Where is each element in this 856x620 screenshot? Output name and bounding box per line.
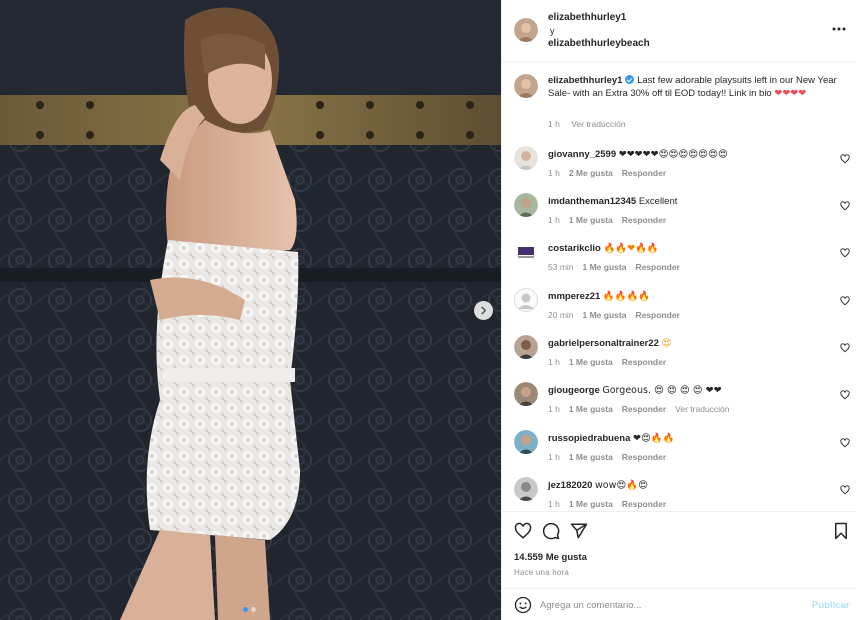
carousel-dot-active [243,607,248,612]
caption-time: 1 h [548,119,560,129]
heart-icon[interactable] [840,296,850,306]
comment-text: 🔥🔥🔥🔥 [602,291,651,302]
carousel-dot [251,607,256,612]
comment-time: 1 h [548,404,560,414]
commenter-avatar[interactable] [514,193,538,217]
heart-icon[interactable] [840,485,850,495]
reply-button[interactable]: Responder [622,168,666,178]
author-username[interactable]: elizabethhurley1 [548,12,626,23]
comment-likes[interactable]: 1 Me gusta [569,357,613,367]
comment-likes[interactable]: 1 Me gusta [569,215,613,225]
comment-likes[interactable]: 1 Me gusta [569,404,613,414]
comment-likes[interactable]: 1 Me gusta [569,499,613,509]
post-header: elizabethhurley1 y elizabethhurleybeach [502,0,856,62]
share-icon[interactable] [570,522,588,540]
commenter-avatar[interactable] [514,430,538,454]
emoji-icon[interactable] [514,596,532,614]
heart-icon[interactable] [840,390,850,400]
heart-icon[interactable] [514,522,532,540]
caption-text-block: elizabethhurley1 Last few adorable plays… [548,74,838,100]
comment-time: 20 min [548,310,574,320]
collaborator-username[interactable]: elizabethhurleybeach [548,38,650,49]
commenter-username[interactable]: gabrielpersonaltrainer22 [548,338,659,349]
commenter-username[interactable]: imdantheman12345 [548,196,636,207]
commenter-avatar[interactable] [514,240,538,264]
comment-text: ❤😍🔥🔥 [633,433,675,444]
comment-input[interactable] [540,597,800,613]
comment-likes[interactable]: 1 Me gusta [569,452,613,462]
commenter-username[interactable]: costarikclio [548,243,601,254]
post-photo-illustration [0,0,501,620]
see-translation-link[interactable]: Ver traducción [675,404,729,414]
comment-text: Gorgeous. 😍 😍 😍 😍 ❤❤ [602,385,722,396]
see-translation-link[interactable]: Ver traducción [571,119,625,129]
commenter-username[interactable]: giovanny_2599 [548,149,616,160]
more-icon[interactable] [831,22,847,36]
caption-meta: 1 h Ver traducción [548,119,635,129]
verified-icon [625,75,635,84]
heart-icon[interactable] [840,154,850,164]
comment-likes[interactable]: 2 Me gusta [569,168,613,178]
reply-button[interactable]: Responder [635,310,679,320]
commenter-username[interactable]: russopiedrabuena [548,433,630,444]
likes-count[interactable]: 14.559 Me gusta [514,552,587,563]
comment-time: 1 h [548,357,560,367]
comment-item: gabrielpersonaltrainer22 😍 1 h 1 Me gusta… [502,335,856,381]
heart-icon[interactable] [840,343,850,353]
author-avatar[interactable] [514,18,538,42]
reply-button[interactable]: Responder [622,404,666,414]
comment-likes[interactable]: 1 Me gusta [583,310,627,320]
comment-text: Excellent [638,196,678,207]
comment-text: wow😍🔥😍 [595,480,649,491]
comment-text: ❤❤❤❤❤😍😍😍😍😍😍😍 [618,149,728,160]
comment-time: 1 h [548,215,560,225]
comment-item: costarikclio 🔥🔥❤🔥🔥 53 min 1 Me gusta Respo… [502,240,856,286]
comment-icon[interactable] [542,522,560,540]
comment-item: giovanny_2599 ❤❤❤❤❤😍😍😍😍😍😍😍 1 h 2 Me gusta… [502,146,856,192]
commenter-username[interactable]: mmperez21 [548,291,600,302]
commenter-username[interactable]: giougeorge [548,385,600,396]
caption-emojis: ❤❤❤❤ [774,88,807,99]
commenter-username[interactable]: jez182020 [548,480,592,491]
caption-username[interactable]: elizabethhurley1 [548,75,622,86]
heart-icon[interactable] [840,201,850,211]
carousel-indicator [243,607,256,612]
reply-button[interactable]: Responder [635,262,679,272]
reply-button[interactable]: Responder [622,452,666,462]
reply-button[interactable]: Responder [622,357,666,367]
commenter-avatar[interactable] [514,335,538,359]
reply-button[interactable]: Responder [622,215,666,225]
comment-item: mmperez21 🔥🔥🔥🔥 20 min 1 Me gusta Responder [502,288,856,334]
commenter-avatar[interactable] [514,288,538,312]
reply-button[interactable]: Responder [622,499,666,509]
comment-text: 🔥🔥❤🔥🔥 [603,243,659,254]
collab-separator: y [550,26,555,36]
post-comment-button[interactable]: Publicar [812,600,850,611]
post-side-panel: elizabethhurley1 y elizabethhurleybeach … [501,0,856,620]
caption-avatar[interactable] [514,74,538,98]
post-image[interactable] [0,0,501,620]
comment-item: giougeorge Gorgeous. 😍 😍 😍 😍 ❤❤ 1 h 1 Me … [502,382,856,428]
comment-time: 1 h [548,452,560,462]
comment-text: 😍 [661,338,672,349]
comment-item: imdantheman12345 Excellent 1 h 1 Me gusta… [502,193,856,239]
comment-time: 53 min [548,262,574,272]
commenter-avatar[interactable] [514,382,538,406]
comment-time: 1 h [548,168,560,178]
heart-icon[interactable] [840,248,850,258]
carousel-next-button[interactable] [474,301,493,320]
comment-item: russopiedrabuena ❤😍🔥🔥 1 h 1 Me gusta Respo… [502,430,856,476]
commenter-avatar[interactable] [514,146,538,170]
post-timestamp: Hace una hora [514,568,570,577]
comment-likes[interactable]: 1 Me gusta [583,262,627,272]
bookmark-icon[interactable] [832,522,850,540]
add-comment-bar: Publicar [502,588,856,620]
commenter-avatar[interactable] [514,477,538,501]
post-actions: 14.559 Me gusta Hace una hora Publicar [502,511,856,620]
heart-icon[interactable] [840,438,850,448]
chevron-right-icon [481,306,487,315]
comment-time: 1 h [548,499,560,509]
